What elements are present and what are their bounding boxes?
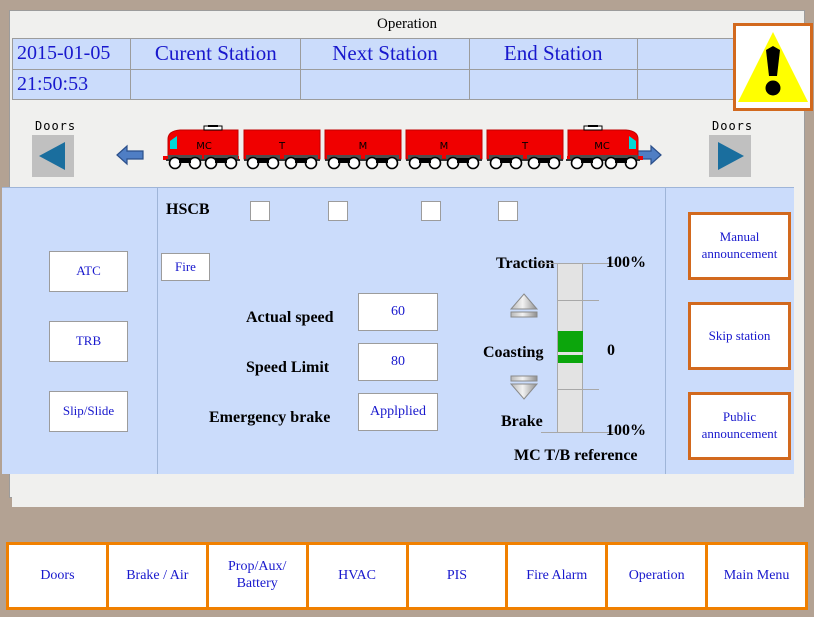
svg-text:M: M (440, 141, 449, 152)
station-info-table: 2015-01-05 Curent Station Next Station E… (11, 38, 735, 100)
svg-text:T: T (278, 141, 286, 152)
nav-tab-main-menu[interactable]: Main Menu (705, 542, 808, 610)
actual-speed-label: Actual speed (246, 309, 334, 326)
atc-button-label: ATC (76, 263, 101, 279)
column-header-extra (636, 38, 735, 70)
speed-limit-value[interactable]: 80 (358, 343, 438, 381)
skip-station-line1: Skip station (708, 327, 771, 343)
coasting-label: Coasting (483, 344, 544, 361)
time-cell: 21:50:53 (11, 68, 132, 100)
right-doors-label: Doors (712, 119, 754, 133)
gauge-tick-top (541, 263, 616, 264)
train-car-4: M (405, 129, 483, 170)
value-extra[interactable] (636, 68, 735, 100)
warning-triangle-icon[interactable] (733, 23, 813, 111)
bottom-navigation-bar: Doors Brake / Air Prop/Aux/ Battery HVAC… (6, 542, 808, 610)
gauge-tick-upper (557, 300, 599, 301)
svg-text:M: M (359, 141, 368, 152)
right-doors-button[interactable] (709, 135, 751, 177)
slip-slide-button-label: Slip/Slide (62, 403, 115, 419)
left-doors-button[interactable] (32, 135, 74, 177)
nav-tab-prop-aux-battery[interactable]: Prop/Aux/ Battery (205, 542, 309, 610)
nav-tab-main-menu-label: Main Menu (723, 567, 790, 583)
trb-button[interactable]: TRB (49, 321, 128, 362)
atc-button[interactable]: ATC (49, 251, 128, 292)
manual-announcement-button[interactable]: Manual announcement (688, 212, 791, 280)
hscb-checkbox-4[interactable] (498, 201, 518, 221)
gauge-top-percent: 100% (606, 254, 646, 271)
nav-tab-hvac-label: HVAC (338, 567, 376, 583)
table-row-values: 21:50:53 (11, 68, 735, 100)
nav-tab-brake-air-label: Brake / Air (126, 567, 189, 583)
value-next-station[interactable] (300, 68, 470, 100)
gauge-tick-bottom (541, 432, 616, 433)
column-header-next-station: Next Station (300, 38, 470, 70)
date-cell: 2015-01-05 (11, 38, 132, 70)
hscb-label: HSCB (166, 201, 210, 218)
nav-tab-fire-alarm[interactable]: Fire Alarm (505, 542, 609, 610)
public-announcement-button[interactable]: Public announcement (688, 392, 791, 460)
train-car-3: M (324, 129, 402, 170)
svg-text:T: T (521, 141, 529, 152)
hscb-checkbox-1[interactable] (250, 201, 270, 221)
trb-button-label: TRB (75, 333, 102, 349)
slip-slide-button[interactable]: Slip/Slide (49, 391, 128, 432)
public-announcement-line2: announcement (701, 426, 778, 441)
nav-tab-doors[interactable]: Doors (6, 542, 109, 610)
nav-tab-hvac[interactable]: HVAC (305, 542, 409, 610)
emergency-brake-label: Emergency brake (209, 409, 331, 426)
svg-text:MC: MC (594, 141, 610, 152)
traction-label: Traction (496, 255, 555, 272)
hscb-checkbox-2[interactable] (328, 201, 348, 221)
table-row-headers: 2015-01-05 Curent Station Next Station E… (11, 38, 735, 70)
gauge-tick-lower (557, 389, 599, 390)
divider-right (665, 188, 666, 474)
train-car-1: MC (163, 124, 240, 170)
gauge-bar-indicator (558, 355, 583, 363)
nav-tab-prop-aux-battery-label2: Battery (236, 576, 278, 591)
train-operation-screen: Operation 2015-01-05 Curent Station Next… (0, 0, 814, 617)
fire-button-label: Fire (175, 258, 196, 274)
value-current-station[interactable] (130, 68, 302, 100)
nav-tab-pis[interactable]: PIS (405, 542, 509, 610)
hscb-checkbox-3[interactable] (421, 201, 441, 221)
public-announcement-line1: Public (722, 409, 757, 425)
nav-tab-doors-label: Doors (40, 567, 75, 583)
emergency-brake-value[interactable]: Applplied (358, 393, 438, 431)
window-title: Operation (10, 11, 804, 37)
left-doors-label: Doors (35, 119, 77, 133)
triangle-down-icon (508, 373, 540, 401)
gauge-bottom-percent: 100% (606, 422, 646, 439)
train-consist-area: Doors Doors MC T M M T MC (12, 111, 804, 197)
brake-label: Brake (501, 413, 543, 430)
skip-station-button[interactable]: Skip station (688, 302, 791, 370)
manual-announcement-line1: Manual (719, 229, 760, 245)
train-car-6: MC (566, 124, 643, 170)
svg-text:MC: MC (196, 141, 212, 152)
divider-left (157, 188, 158, 474)
nav-tab-brake-air[interactable]: Brake / Air (105, 542, 209, 610)
column-header-end-station: End Station (468, 38, 638, 70)
speed-limit-label: Speed Limit (246, 359, 330, 376)
fire-button[interactable]: Fire (161, 253, 210, 281)
manual-announcement-line2: announcement (701, 246, 778, 261)
nav-tab-fire-alarm-label: Fire Alarm (526, 567, 588, 583)
train-graphic[interactable]: MC T M M T MC (160, 124, 646, 180)
nav-tab-pis-label: PIS (446, 567, 468, 583)
nav-tab-prop-aux-battery-label1: Prop/Aux/ (228, 559, 287, 575)
gauge-current-value: 0 (607, 342, 615, 359)
arrow-left-icon[interactable] (116, 144, 144, 166)
value-end-station[interactable] (468, 68, 638, 100)
nav-tab-operation[interactable]: Operation (605, 542, 709, 610)
panel-bottom-filler (12, 485, 804, 507)
nav-tab-operation-label: Operation (628, 567, 685, 583)
train-car-5: T (486, 129, 564, 170)
actual-speed-value[interactable]: 60 (358, 293, 438, 331)
gauge-bar-main (558, 331, 583, 352)
train-car-2: T (243, 129, 321, 170)
triangle-up-icon (508, 292, 540, 320)
gauge-caption: MC T/B reference (514, 447, 638, 464)
column-header-current-station: Curent Station (130, 38, 302, 70)
